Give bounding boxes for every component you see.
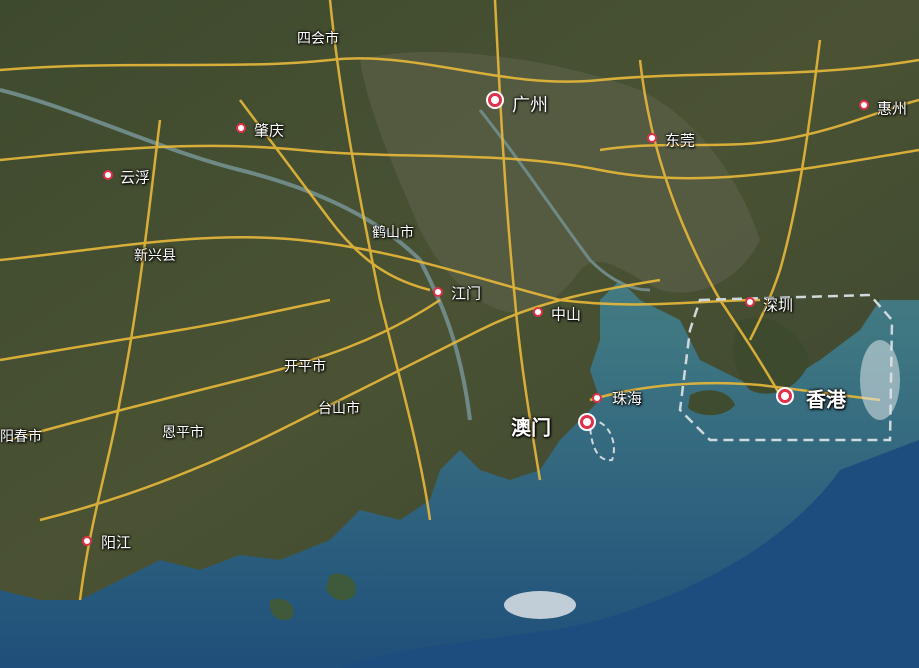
place-label-guangzhou[interactable]: 广州 <box>512 91 548 117</box>
place-label-sihui[interactable]: 四会市 <box>297 28 339 48</box>
city-marker-shenzhen[interactable] <box>745 297 755 307</box>
place-label-enping[interactable]: 恩平市 <box>162 422 204 442</box>
place-label-zhuhai[interactable]: 珠海 <box>612 388 642 409</box>
city-marker-zhongshan[interactable] <box>533 307 543 317</box>
place-label-macau[interactable]: 澳门 <box>511 412 551 441</box>
cloud <box>860 340 900 420</box>
place-label-heshan[interactable]: 鹤山市 <box>372 222 414 242</box>
city-marker-zhaoqing[interactable] <box>236 123 246 133</box>
city-marker-yangjiang[interactable] <box>82 536 92 546</box>
place-label-kaiping[interactable]: 开平市 <box>284 356 326 376</box>
place-label-zhongshan[interactable]: 中山 <box>551 304 581 325</box>
map-viewport[interactable]: 四会市 广州 肇庆 惠州 东莞 云浮 鹤山市 新兴县 江门 中山 深圳 开平市 … <box>0 0 919 668</box>
place-label-yunfu[interactable]: 云浮 <box>120 167 150 188</box>
city-marker-jiangmen[interactable] <box>433 287 443 297</box>
place-label-jiangmen[interactable]: 江门 <box>451 283 481 304</box>
place-label-hongkong[interactable]: 香港 <box>806 384 846 413</box>
cloud <box>504 591 576 619</box>
place-label-taishan[interactable]: 台山市 <box>318 398 360 418</box>
city-marker-dongguan[interactable] <box>647 133 657 143</box>
place-label-shenzhen[interactable]: 深圳 <box>763 295 793 316</box>
place-label-xinxing[interactable]: 新兴县 <box>134 245 176 265</box>
satellite-terrain <box>0 0 919 668</box>
place-label-huizhou[interactable]: 惠州 <box>877 98 907 119</box>
city-marker-zhuhai[interactable] <box>592 393 602 403</box>
city-marker-hongkong[interactable] <box>778 389 792 403</box>
city-marker-macau[interactable] <box>580 415 594 429</box>
place-label-yangchun[interactable]: 阳春市 <box>0 426 42 446</box>
place-label-yangjiang[interactable]: 阳江 <box>101 532 131 553</box>
city-marker-yunfu[interactable] <box>103 170 113 180</box>
place-label-dongguan[interactable]: 东莞 <box>665 130 695 151</box>
place-label-zhaoqing[interactable]: 肇庆 <box>254 120 284 141</box>
city-marker-huizhou[interactable] <box>859 100 869 110</box>
city-marker-guangzhou[interactable] <box>488 93 502 107</box>
